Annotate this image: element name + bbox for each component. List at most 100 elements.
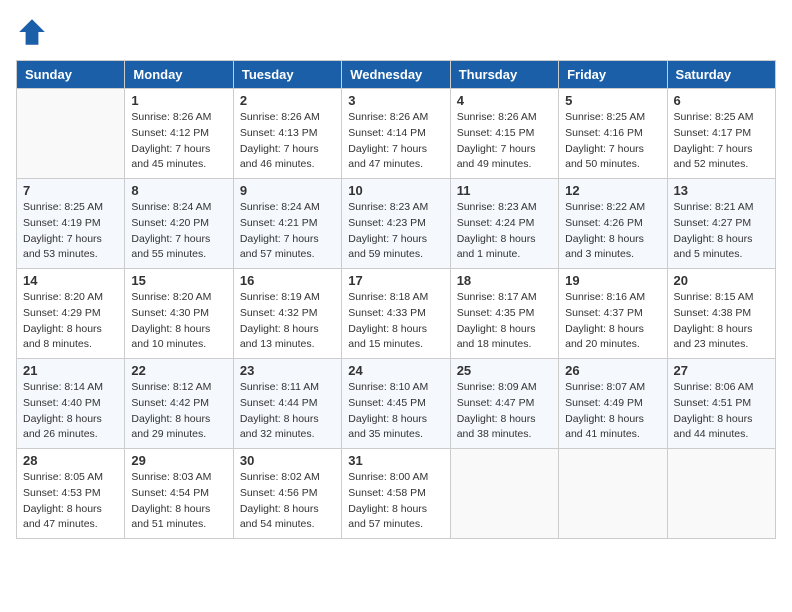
day-number: 21 bbox=[23, 363, 118, 378]
day-info: Sunrise: 8:11 AMSunset: 4:44 PMDaylight:… bbox=[240, 380, 335, 443]
day-info: Sunrise: 8:23 AMSunset: 4:23 PMDaylight:… bbox=[348, 200, 443, 263]
day-number: 14 bbox=[23, 273, 118, 288]
weekday-header: Tuesday bbox=[233, 61, 341, 89]
day-number: 17 bbox=[348, 273, 443, 288]
day-number: 8 bbox=[131, 183, 226, 198]
calendar-day-cell: 7Sunrise: 8:25 AMSunset: 4:19 PMDaylight… bbox=[17, 179, 125, 269]
day-number: 2 bbox=[240, 93, 335, 108]
day-number: 12 bbox=[565, 183, 660, 198]
day-number: 25 bbox=[457, 363, 552, 378]
day-number: 10 bbox=[348, 183, 443, 198]
day-number: 11 bbox=[457, 183, 552, 198]
calendar-week-row: 7Sunrise: 8:25 AMSunset: 4:19 PMDaylight… bbox=[17, 179, 776, 269]
day-number: 24 bbox=[348, 363, 443, 378]
day-info: Sunrise: 8:25 AMSunset: 4:17 PMDaylight:… bbox=[674, 110, 769, 173]
day-info: Sunrise: 8:05 AMSunset: 4:53 PMDaylight:… bbox=[23, 470, 118, 533]
day-info: Sunrise: 8:25 AMSunset: 4:16 PMDaylight:… bbox=[565, 110, 660, 173]
day-info: Sunrise: 8:00 AMSunset: 4:58 PMDaylight:… bbox=[348, 470, 443, 533]
day-number: 6 bbox=[674, 93, 769, 108]
day-info: Sunrise: 8:14 AMSunset: 4:40 PMDaylight:… bbox=[23, 380, 118, 443]
calendar-week-row: 14 Sunrise: 8:20 AMSunset: 4:29 PMDayligh… bbox=[17, 269, 776, 359]
page-header bbox=[16, 16, 776, 48]
calendar-day-cell: 6 Sunrise: 8:25 AMSunset: 4:17 PMDaylight… bbox=[667, 89, 775, 179]
day-number: 4 bbox=[457, 93, 552, 108]
day-info: Sunrise: 8:24 AMSunset: 4:21 PMDaylight:… bbox=[240, 200, 335, 263]
calendar-day-cell: 21 Sunrise: 8:14 AMSunset: 4:40 PMDayligh… bbox=[17, 359, 125, 449]
day-info: Sunrise: 8:22 AMSunset: 4:26 PMDaylight:… bbox=[565, 200, 660, 263]
logo bbox=[16, 16, 54, 48]
day-info: Sunrise: 8:12 AMSunset: 4:42 PMDaylight:… bbox=[131, 380, 226, 443]
calendar-day-cell: 2 Sunrise: 8:26 AMSunset: 4:13 PMDaylight… bbox=[233, 89, 341, 179]
weekday-header: Thursday bbox=[450, 61, 558, 89]
day-number: 29 bbox=[131, 453, 226, 468]
weekday-header: Saturday bbox=[667, 61, 775, 89]
calendar-day-cell: 28 Sunrise: 8:05 AMSunset: 4:53 PMDayligh… bbox=[17, 449, 125, 539]
day-number: 26 bbox=[565, 363, 660, 378]
day-info: Sunrise: 8:19 AMSunset: 4:32 PMDaylight:… bbox=[240, 290, 335, 353]
calendar-day-cell: 1 Sunrise: 8:26 AMSunset: 4:12 PMDaylight… bbox=[125, 89, 233, 179]
day-info: Sunrise: 8:20 AMSunset: 4:29 PMDaylight:… bbox=[23, 290, 118, 353]
weekday-header: Sunday bbox=[17, 61, 125, 89]
day-number: 28 bbox=[23, 453, 118, 468]
calendar-day-cell: 4 Sunrise: 8:26 AMSunset: 4:15 PMDaylight… bbox=[450, 89, 558, 179]
day-info: Sunrise: 8:20 AMSunset: 4:30 PMDaylight:… bbox=[131, 290, 226, 353]
calendar-day-cell bbox=[17, 89, 125, 179]
day-number: 22 bbox=[131, 363, 226, 378]
calendar-week-row: 21 Sunrise: 8:14 AMSunset: 4:40 PMDayligh… bbox=[17, 359, 776, 449]
day-info: Sunrise: 8:24 AMSunset: 4:20 PMDaylight:… bbox=[131, 200, 226, 263]
day-info: Sunrise: 8:26 AMSunset: 4:15 PMDaylight:… bbox=[457, 110, 552, 173]
calendar-day-cell: 3Sunrise: 8:26 AMSunset: 4:14 PMDaylight… bbox=[342, 89, 450, 179]
day-info: Sunrise: 8:26 AMSunset: 4:12 PMDaylight:… bbox=[131, 110, 226, 173]
calendar-day-cell: 25 Sunrise: 8:09 AMSunset: 4:47 PMDayligh… bbox=[450, 359, 558, 449]
day-number: 30 bbox=[240, 453, 335, 468]
calendar-day-cell bbox=[559, 449, 667, 539]
calendar-day-cell: 24 Sunrise: 8:10 AMSunset: 4:45 PMDayligh… bbox=[342, 359, 450, 449]
day-info: Sunrise: 8:03 AMSunset: 4:54 PMDaylight:… bbox=[131, 470, 226, 533]
calendar-day-cell: 10 Sunrise: 8:23 AMSunset: 4:23 PMDayligh… bbox=[342, 179, 450, 269]
day-number: 18 bbox=[457, 273, 552, 288]
logo-icon bbox=[16, 16, 48, 48]
day-number: 13 bbox=[674, 183, 769, 198]
calendar-week-row: 28 Sunrise: 8:05 AMSunset: 4:53 PMDayligh… bbox=[17, 449, 776, 539]
calendar-day-cell: 29 Sunrise: 8:03 AMSunset: 4:54 PMDayligh… bbox=[125, 449, 233, 539]
day-number: 19 bbox=[565, 273, 660, 288]
calendar-day-cell: 8 Sunrise: 8:24 AMSunset: 4:20 PMDaylight… bbox=[125, 179, 233, 269]
day-info: Sunrise: 8:26 AMSunset: 4:13 PMDaylight:… bbox=[240, 110, 335, 173]
calendar-day-cell: 16 Sunrise: 8:19 AMSunset: 4:32 PMDayligh… bbox=[233, 269, 341, 359]
day-info: Sunrise: 8:15 AMSunset: 4:38 PMDaylight:… bbox=[674, 290, 769, 353]
calendar-day-cell: 13 Sunrise: 8:21 AMSunset: 4:27 PMDayligh… bbox=[667, 179, 775, 269]
calendar-day-cell: 18 Sunrise: 8:17 AMSunset: 4:35 PMDayligh… bbox=[450, 269, 558, 359]
calendar-day-cell: 31 Sunrise: 8:00 AMSunset: 4:58 PMDayligh… bbox=[342, 449, 450, 539]
day-number: 15 bbox=[131, 273, 226, 288]
weekday-header: Friday bbox=[559, 61, 667, 89]
day-info: Sunrise: 8:18 AMSunset: 4:33 PMDaylight:… bbox=[348, 290, 443, 353]
calendar-day-cell: 26Sunrise: 8:07 AMSunset: 4:49 PMDayligh… bbox=[559, 359, 667, 449]
calendar-day-cell: 11 Sunrise: 8:23 AMSunset: 4:24 PMDayligh… bbox=[450, 179, 558, 269]
weekday-header: Monday bbox=[125, 61, 233, 89]
day-info: Sunrise: 8:23 AMSunset: 4:24 PMDaylight:… bbox=[457, 200, 552, 263]
day-number: 7 bbox=[23, 183, 118, 198]
weekday-header-row: SundayMondayTuesdayWednesdayThursdayFrid… bbox=[17, 61, 776, 89]
day-number: 27 bbox=[674, 363, 769, 378]
calendar-week-row: 1 Sunrise: 8:26 AMSunset: 4:12 PMDaylight… bbox=[17, 89, 776, 179]
day-info: Sunrise: 8:16 AMSunset: 4:37 PMDaylight:… bbox=[565, 290, 660, 353]
day-info: Sunrise: 8:26 AMSunset: 4:14 PMDaylight:… bbox=[348, 110, 443, 173]
day-info: Sunrise: 8:10 AMSunset: 4:45 PMDaylight:… bbox=[348, 380, 443, 443]
day-number: 1 bbox=[131, 93, 226, 108]
day-info: Sunrise: 8:21 AMSunset: 4:27 PMDaylight:… bbox=[674, 200, 769, 263]
day-number: 31 bbox=[348, 453, 443, 468]
calendar-day-cell: 19 Sunrise: 8:16 AMSunset: 4:37 PMDayligh… bbox=[559, 269, 667, 359]
day-info: Sunrise: 8:17 AMSunset: 4:35 PMDaylight:… bbox=[457, 290, 552, 353]
calendar-day-cell bbox=[450, 449, 558, 539]
calendar-day-cell: 14 Sunrise: 8:20 AMSunset: 4:29 PMDayligh… bbox=[17, 269, 125, 359]
calendar-day-cell: 30 Sunrise: 8:02 AMSunset: 4:56 PMDayligh… bbox=[233, 449, 341, 539]
calendar-day-cell: 15 Sunrise: 8:20 AMSunset: 4:30 PMDayligh… bbox=[125, 269, 233, 359]
calendar-day-cell: 5 Sunrise: 8:25 AMSunset: 4:16 PMDaylight… bbox=[559, 89, 667, 179]
day-info: Sunrise: 8:02 AMSunset: 4:56 PMDaylight:… bbox=[240, 470, 335, 533]
calendar-day-cell bbox=[667, 449, 775, 539]
day-number: 16 bbox=[240, 273, 335, 288]
day-number: 23 bbox=[240, 363, 335, 378]
day-number: 5 bbox=[565, 93, 660, 108]
calendar-day-cell: 23 Sunrise: 8:11 AMSunset: 4:44 PMDayligh… bbox=[233, 359, 341, 449]
day-info: Sunrise: 8:09 AMSunset: 4:47 PMDaylight:… bbox=[457, 380, 552, 443]
